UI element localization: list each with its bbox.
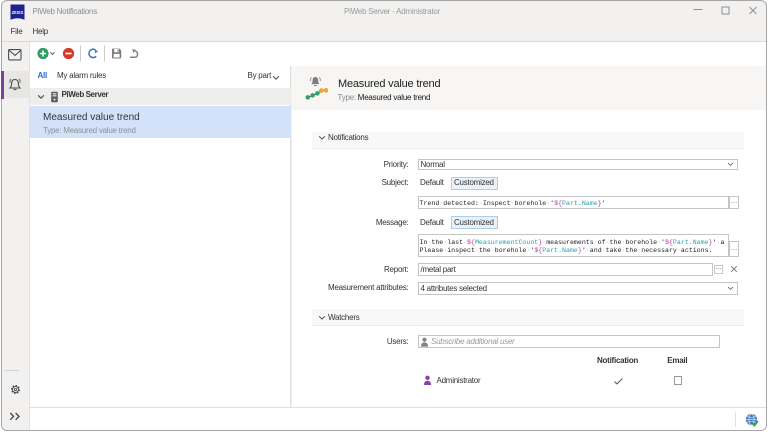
svg-text:ZEISS: ZEISS bbox=[11, 9, 23, 15]
